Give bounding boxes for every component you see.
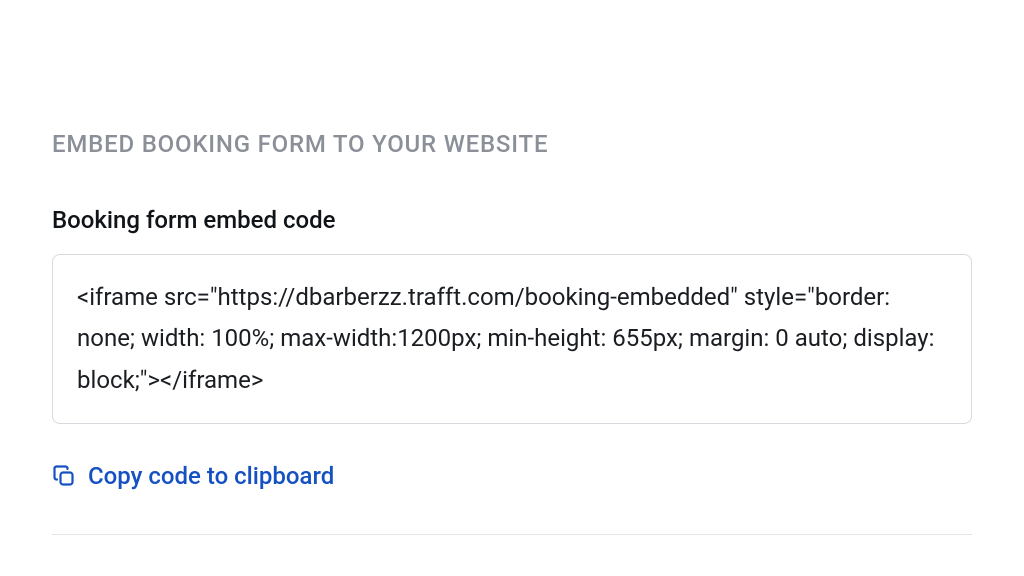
copy-code-button[interactable]: Copy code to clipboard (52, 462, 334, 490)
embed-section: EMBED BOOKING FORM TO YOUR WEBSITE Booki… (0, 0, 1024, 535)
copy-icon (52, 464, 76, 488)
section-heading: EMBED BOOKING FORM TO YOUR WEBSITE (52, 130, 972, 158)
section-divider (52, 534, 972, 535)
embed-code-label: Booking form embed code (52, 206, 972, 234)
copy-code-label: Copy code to clipboard (88, 462, 334, 490)
embed-code-box[interactable]: <iframe src="https://dbarberzz.trafft.co… (52, 254, 972, 424)
